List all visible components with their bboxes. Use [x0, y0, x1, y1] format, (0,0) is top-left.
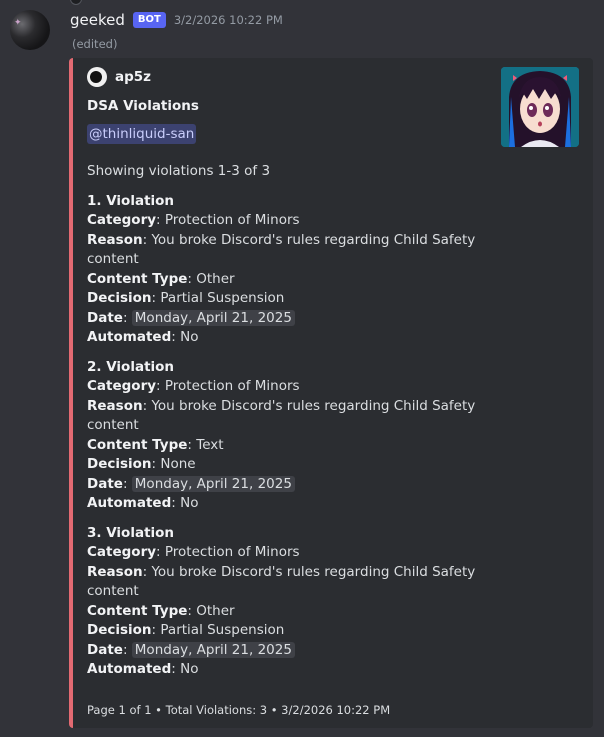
embed-thumbnail[interactable] — [501, 67, 579, 147]
violation-decision: Decision: Partial Suspension — [87, 622, 285, 638]
user-avatar[interactable]: ✦ — [10, 10, 50, 50]
previous-message-fragment — [70, 0, 190, 5]
anime-girl-thumbnail-image — [501, 67, 579, 147]
bot-badge: BOT — [132, 12, 166, 28]
violation-reason-cont: content — [87, 251, 139, 267]
embed-title: DSA Violations — [87, 98, 199, 114]
date-timestamp[interactable]: Monday, April 21, 2025 — [131, 641, 295, 658]
violation-content-type: Content Type: Other — [87, 270, 235, 287]
violation-heading: 2. Violation — [87, 358, 175, 375]
violation-category: Category: Protection of Minors — [87, 212, 300, 228]
violation-reason-cont: content — [87, 417, 139, 433]
violation-decision: Decision: Partial Suspension — [87, 290, 285, 306]
violation-reason: Reason: You broke Discord's rules regard… — [87, 397, 476, 414]
violation-category: Category: Protection of Minors — [87, 544, 300, 560]
user-mention[interactable]: @thinliquid-san — [87, 124, 197, 144]
edited-label: (edited) — [72, 37, 118, 51]
violation-automated: Automated: No — [87, 661, 199, 677]
violation-content-type: Content Type: Text — [87, 436, 224, 453]
sparkle-icon: ✦ — [14, 18, 22, 28]
message-header: geeked BOT 3/2/2026 10:22 PM — [70, 9, 283, 31]
showing-count-text: Showing violations 1-3 of 3 — [87, 163, 271, 179]
embed-author-name[interactable]: ap5z — [115, 69, 151, 85]
violation-category: Category: Protection of Minors — [87, 378, 300, 394]
violation-reason: Reason: You broke Discord's rules regard… — [87, 231, 476, 248]
dsa-violations-embed: ap5z DSA Violations @thinliquid-san Show… — [69, 58, 593, 728]
reply-avatar-icon — [70, 0, 82, 5]
embed-description: Showing violations 1-3 of 3 1. Violation… — [87, 162, 487, 680]
embed-footer: Page 1 of 1 • Total Violations: 3 • 3/2/… — [87, 703, 391, 717]
embed-author: ap5z — [87, 67, 151, 87]
violation-reason: Reason: You broke Discord's rules regard… — [87, 563, 476, 580]
violation-content-type: Content Type: Other — [87, 602, 235, 619]
author-avatar-icon — [87, 67, 107, 87]
violation-date: Date: Monday, April 21, 2025 — [87, 309, 487, 329]
violation-heading: 1. Violation — [87, 192, 175, 209]
violation-automated: Automated: No — [87, 329, 199, 345]
date-timestamp[interactable]: Monday, April 21, 2025 — [131, 309, 295, 326]
username[interactable]: geeked — [70, 11, 125, 29]
violation-date: Date: Monday, April 21, 2025 — [87, 475, 487, 495]
violation-date: Date: Monday, April 21, 2025 — [87, 641, 487, 661]
violation-heading: 3. Violation — [87, 524, 175, 541]
message-timestamp[interactable]: 3/2/2026 10:22 PM — [174, 13, 283, 27]
violation-reason-cont: content — [87, 583, 139, 599]
violation-automated: Automated: No — [87, 495, 199, 511]
violation-decision: Decision: None — [87, 456, 196, 472]
date-timestamp[interactable]: Monday, April 21, 2025 — [131, 475, 295, 492]
